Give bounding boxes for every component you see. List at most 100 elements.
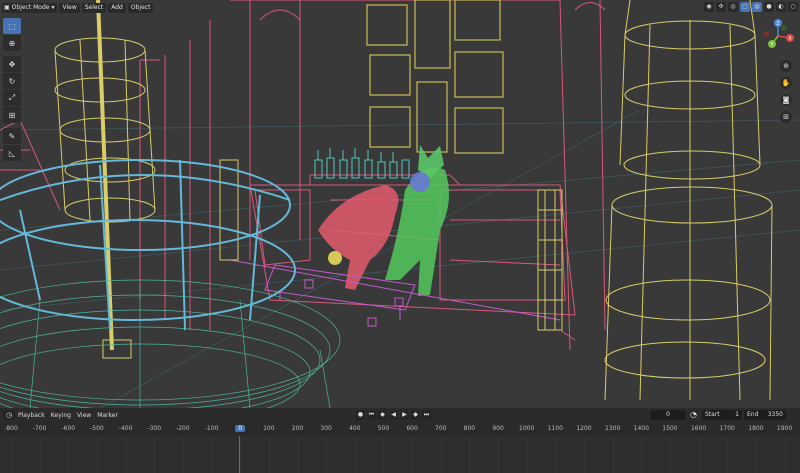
ruler-tick: 1800 <box>748 425 764 432</box>
axis-gizmo[interactable]: X Y Z <box>760 18 796 54</box>
ruler-tick: -600 <box>61 425 76 432</box>
chevron-down-icon: ▾ <box>51 4 55 11</box>
ruler-tick: 600 <box>406 425 418 432</box>
menu-keying[interactable]: Keying <box>48 412 74 419</box>
transform-icon[interactable]: ⊞ <box>3 107 21 123</box>
start-frame-field[interactable]: Start 1 <box>702 410 742 420</box>
frame-ruler[interactable]: -800 -700 -600 -500 -400 -300 -200 -100 0 100 200 3… <box>0 422 800 436</box>
gizmo-z-label: Z <box>776 21 780 27</box>
grid-line <box>354 436 356 473</box>
prev-keyframe-icon[interactable]: ◆ <box>378 410 387 420</box>
grid-line <box>498 436 500 473</box>
grid-line <box>125 436 127 473</box>
grid-line <box>641 436 643 473</box>
grid-line <box>526 436 528 473</box>
start-value: 1 <box>735 411 739 418</box>
play-reverse-icon[interactable]: ◀ <box>389 410 398 420</box>
cursor-icon[interactable]: ⊕ <box>3 35 21 51</box>
grid-line <box>11 436 12 473</box>
ruler-tick: 400 <box>349 425 361 432</box>
ruler-tick: -300 <box>147 425 162 432</box>
clock-icon[interactable]: ◷ <box>3 410 15 420</box>
zoom-icon[interactable]: ⊕ <box>780 60 792 72</box>
grid-line <box>698 436 700 473</box>
grid-line <box>440 436 442 473</box>
grid-line <box>555 436 557 473</box>
stopwatch-icon[interactable]: ◔ <box>690 410 700 420</box>
playhead[interactable] <box>239 436 240 473</box>
grid-line <box>68 436 70 473</box>
overlay-icon[interactable]: ◎ <box>728 2 738 12</box>
jump-start-icon[interactable]: ⏮ <box>367 410 376 420</box>
pan-hand-icon[interactable]: ✋ <box>780 77 792 89</box>
grid-line <box>154 436 156 473</box>
current-frame-field[interactable]: 0 <box>650 410 686 420</box>
menu-object[interactable]: Object <box>127 3 154 13</box>
grid-line <box>612 436 614 473</box>
ruler-tick: 1600 <box>690 425 707 432</box>
ruler-tick: 800 <box>463 425 476 432</box>
jump-end-icon[interactable]: ⏭ <box>422 410 431 420</box>
ruler-tick: 200 <box>291 425 304 432</box>
gizmo-icon[interactable]: ✣ <box>716 2 726 12</box>
wireframe-shading-icon[interactable]: ◍ <box>752 2 762 12</box>
grid-line <box>784 436 786 473</box>
camera-icon[interactable]: ◙ <box>780 94 792 106</box>
ruler-tick: -800 <box>4 425 18 432</box>
timeline-track-area[interactable] <box>0 436 800 473</box>
select-box-icon[interactable]: ⬚ <box>3 18 21 34</box>
ruler-tick: -200 <box>176 425 190 432</box>
ruler-tick: 1500 <box>662 425 678 432</box>
visibility-icon[interactable]: ◉ <box>704 2 714 12</box>
measure-icon[interactable]: ◺ <box>3 145 21 161</box>
grid-line <box>211 436 213 473</box>
solid-shading-icon[interactable]: ● <box>764 2 774 12</box>
menu-timeline-view[interactable]: View <box>74 412 94 419</box>
grid-line <box>755 436 757 473</box>
material-shading-icon[interactable]: ◐ <box>776 2 786 12</box>
grid-line <box>584 436 585 473</box>
ruler-tick: 900 <box>492 425 504 432</box>
ruler-tick: 0 <box>235 425 246 432</box>
grid-line <box>268 436 270 473</box>
end-label: End <box>747 411 759 418</box>
xray-icon[interactable]: ▢ <box>740 2 750 12</box>
grid-line <box>39 436 41 473</box>
menu-select[interactable]: Select <box>81 3 107 13</box>
grid-line <box>669 436 671 473</box>
end-frame-field[interactable]: End 3350 <box>744 410 786 420</box>
grid-line <box>326 436 328 473</box>
menu-marker[interactable]: Marker <box>94 412 121 419</box>
ruler-tick: -500 <box>90 425 104 432</box>
move-icon[interactable]: ✥ <box>3 56 21 72</box>
annotate-icon[interactable]: ✎ <box>3 128 21 144</box>
ruler-tick: -100 <box>204 425 219 432</box>
grid-line <box>96 436 98 473</box>
rendered-shading-icon[interactable]: ○ <box>788 2 798 12</box>
timeline-editor: ◷ Playback Keying View Marker ● ⏮ ◆ ◀ ▶ … <box>0 408 800 473</box>
play-icon[interactable]: ▶ <box>400 410 409 420</box>
ruler-tick: 300 <box>320 425 332 432</box>
ruler-tick: -700 <box>32 425 47 432</box>
record-icon[interactable]: ● <box>356 410 365 420</box>
menu-add[interactable]: Add <box>108 3 126 13</box>
menu-playback[interactable]: Playback <box>15 412 48 419</box>
menu-view[interactable]: View <box>59 3 80 13</box>
rotate-icon[interactable]: ↻ <box>3 73 21 89</box>
next-keyframe-icon[interactable]: ◆ <box>411 410 420 420</box>
grid-line <box>297 436 299 473</box>
perspective-grid-icon[interactable]: ⊞ <box>780 111 792 123</box>
grid-line <box>469 436 471 473</box>
ruler-tick: 1700 <box>719 425 735 432</box>
grid-line <box>240 436 242 473</box>
ruler-tick: 1200 <box>576 425 592 432</box>
end-value: 3350 <box>767 411 783 418</box>
scale-icon[interactable]: ⤢ <box>3 90 21 106</box>
start-label: Start <box>705 411 720 418</box>
ruler-tick: 700 <box>435 425 447 432</box>
ruler-tick: 100 <box>263 425 275 432</box>
3d-viewport[interactable]: ▣ Object Mode ▾ View Select Add Object ⬚… <box>0 0 800 408</box>
wireframe-scene <box>0 0 800 408</box>
mode-selector[interactable]: ▣ Object Mode ▾ <box>2 3 58 13</box>
ruler-tick: -400 <box>118 425 133 432</box>
